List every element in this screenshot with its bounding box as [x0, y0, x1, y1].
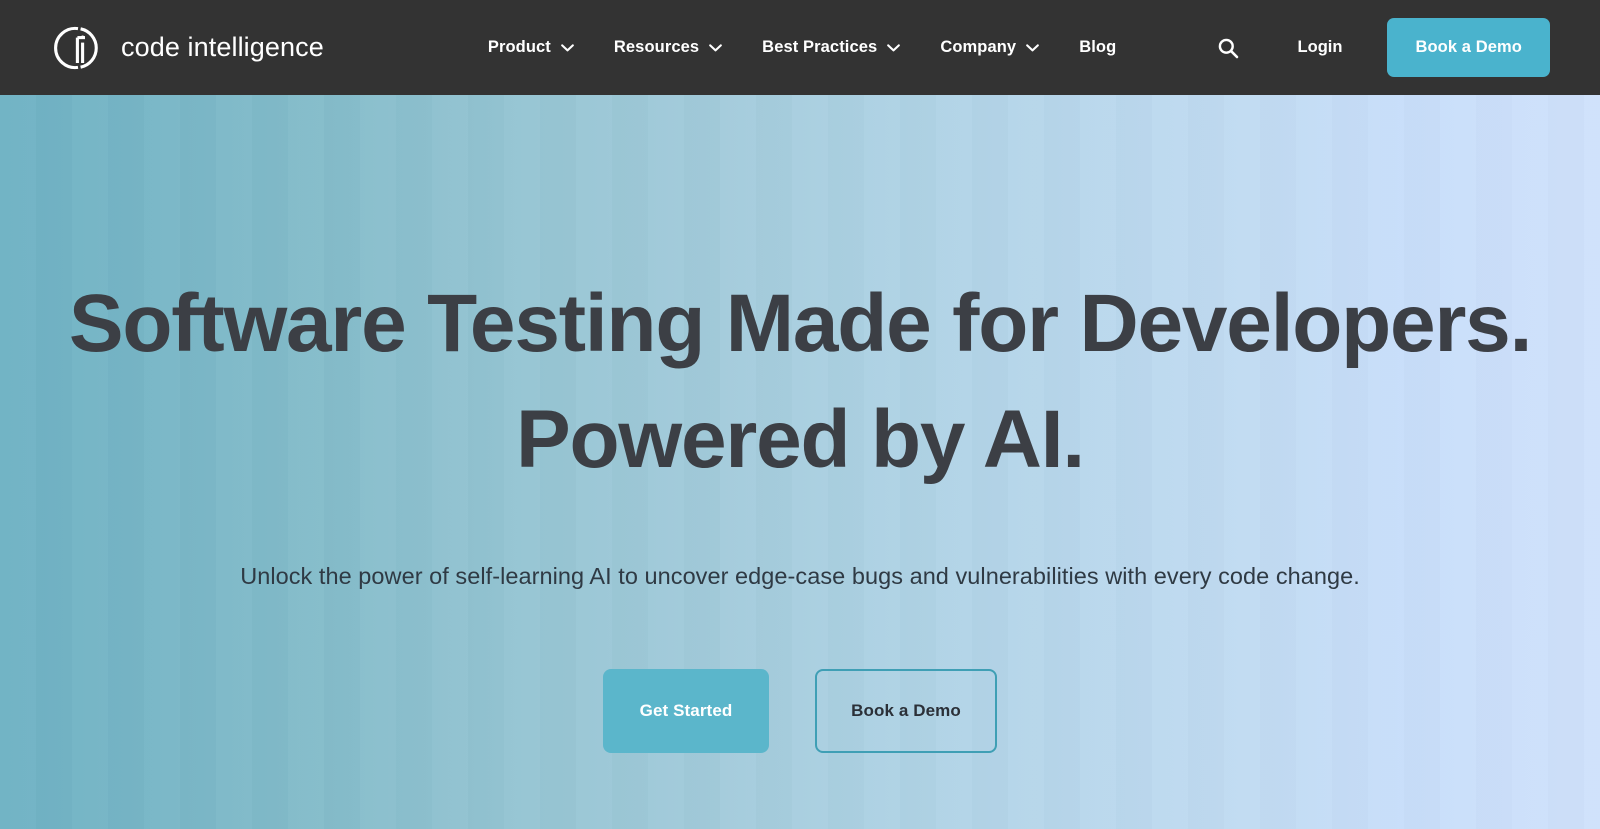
ci-monogram-logo-icon — [54, 26, 98, 69]
header-actions: Login Book a Demo — [1208, 18, 1550, 77]
nav-item-label: Best Practices — [762, 38, 878, 56]
hero-cta-group: Get Started Book a Demo — [603, 668, 997, 753]
hero-headline-line-1: Software Testing Made for Developers. — [68, 278, 1533, 369]
chevron-down-icon — [1026, 43, 1040, 51]
nav-item-label: Resources — [613, 38, 700, 56]
hero-headline-line-2: Powered by AI. — [516, 394, 1085, 486]
get-started-button[interactable]: Get Started — [603, 668, 769, 753]
hero-content: Software Testing Made for Developers. Po… — [0, 95, 1600, 829]
hero-headline: Software Testing Made for Developers. Po… — [68, 266, 1533, 499]
nav-item-product[interactable]: Product — [488, 38, 574, 57]
nav-item-label: Blog — [1079, 38, 1117, 56]
chevron-down-icon — [709, 43, 723, 51]
main-navigation: Product Resources Best Practices Company — [488, 38, 1116, 57]
chevron-down-icon — [561, 43, 574, 51]
brand-name: code intelligence — [121, 32, 324, 62]
nav-item-best-practices[interactable]: Best Practices — [762, 38, 901, 57]
nav-item-blog[interactable]: Blog — [1079, 38, 1116, 57]
hero-section: Software Testing Made for Developers. Po… — [0, 95, 1600, 829]
nav-item-label: Company — [940, 38, 1017, 56]
search-icon — [1218, 38, 1238, 58]
brand-logo-link[interactable]: code intelligence — [54, 23, 324, 73]
nav-item-label: Product — [487, 38, 551, 56]
nav-item-resources[interactable]: Resources — [613, 38, 723, 57]
page-root: code intelligence Product Resources Best… — [0, 0, 1600, 829]
nav-item-company[interactable]: Company — [940, 38, 1040, 57]
header-book-a-demo-button[interactable]: Book a Demo — [1387, 18, 1550, 77]
site-header: code intelligence Product Resources Best… — [0, 0, 1600, 95]
chevron-down-icon — [887, 43, 901, 51]
hero-book-a-demo-button[interactable]: Book a Demo — [815, 668, 997, 753]
search-button[interactable] — [1208, 28, 1248, 68]
hero-subheadline: Unlock the power of self-learning AI to … — [240, 562, 1360, 589]
login-link[interactable]: Login — [1298, 38, 1343, 57]
